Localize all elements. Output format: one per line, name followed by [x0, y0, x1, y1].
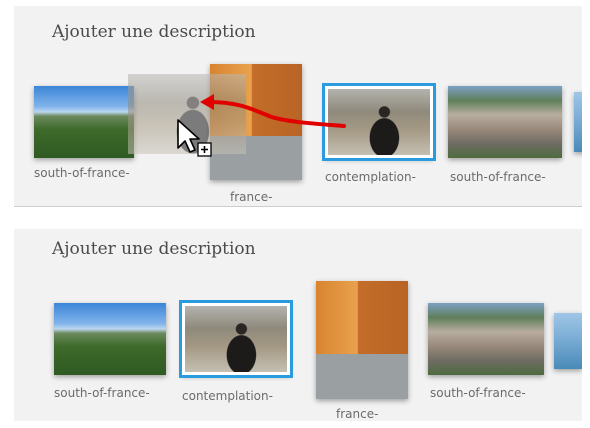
photo-strip-before: Ajouter une description south-of-france-…: [14, 6, 582, 207]
description-field[interactable]: Ajouter une description: [52, 239, 256, 259]
caption-contemplation: contemplation-: [182, 389, 273, 403]
thumb-south-of-france-2[interactable]: [428, 303, 544, 375]
thumb-contemplation[interactable]: [179, 300, 293, 378]
caption-south-of-france-1: south-of-france-: [54, 386, 150, 400]
pointer-arrow-icon: [177, 119, 212, 157]
caption-france: france-: [336, 407, 379, 421]
photo-strip-after: Ajouter une description south-of-france-…: [14, 229, 582, 421]
thumb-partial-next[interactable]: [554, 313, 582, 369]
thumb-south-of-france-1[interactable]: [54, 303, 166, 375]
plus-box-icon: [197, 142, 212, 157]
caption-south-of-france-2: south-of-france-: [430, 386, 526, 400]
thumb-france[interactable]: [316, 281, 408, 399]
drag-arrow: [200, 94, 346, 128]
